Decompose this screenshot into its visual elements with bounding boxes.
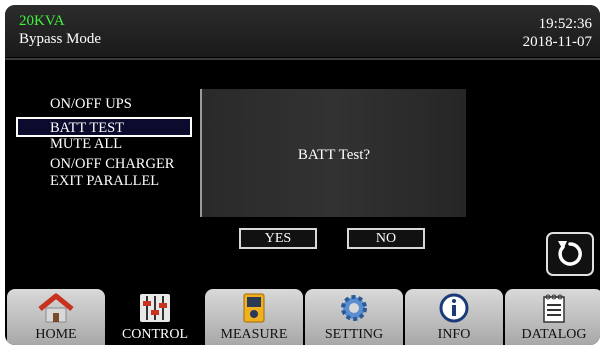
meter-icon	[243, 293, 265, 323]
tab-info[interactable]: INFO	[405, 289, 503, 345]
tab-setting-label: SETTING	[324, 327, 384, 342]
dialog-message: BATT Test?	[297, 147, 371, 163]
tab-info-label: INFO	[437, 327, 471, 342]
tab-setting[interactable]: SETTING	[305, 289, 403, 345]
confirm-dialog: BATT Test?	[200, 89, 466, 217]
undo-arrow-icon	[558, 241, 582, 266]
tab-control[interactable]: CONTROL	[106, 289, 204, 345]
menu-item-exit-parallel[interactable]: EXIT PARALLEL	[50, 173, 159, 189]
header-divider	[5, 58, 600, 60]
gear-icon	[341, 295, 367, 321]
tab-measure-label: MEASURE	[220, 327, 288, 342]
tab-datalog[interactable]: DATALOG	[505, 289, 600, 345]
tab-home[interactable]: HOME	[7, 289, 105, 345]
menu-item-onoff-ups[interactable]: ON/OFF UPS	[50, 96, 132, 112]
clock-date: 2018-11-07	[522, 34, 592, 50]
menu-item-mute-all[interactable]: MUTE ALL	[50, 136, 122, 152]
yes-button[interactable]: YES	[239, 228, 317, 249]
no-button[interactable]: NO	[347, 228, 425, 249]
status-header: 20KVA Bypass Mode 19:52:36 2018-11-07	[5, 5, 600, 57]
tab-datalog-label: DATALOG	[521, 327, 587, 342]
menu-item-onoff-charger[interactable]: ON/OFF CHARGER	[50, 156, 174, 172]
clock-time: 19:52:36	[538, 16, 592, 32]
display-panel: 20KVA Bypass Mode 19:52:36 2018-11-07 ON…	[5, 5, 600, 345]
info-icon	[439, 293, 469, 323]
back-button[interactable]	[546, 232, 594, 276]
tab-home-label: HOME	[35, 327, 77, 342]
menu-item-batt-test[interactable]: BATT TEST	[50, 120, 124, 136]
model-label: 20KVA	[19, 13, 65, 29]
tab-control-label: CONTROL	[121, 327, 189, 342]
mode-label: Bypass Mode	[19, 31, 102, 47]
calendar-log-icon	[543, 294, 565, 323]
tab-measure[interactable]: MEASURE	[205, 289, 303, 345]
sliders-icon	[140, 294, 170, 322]
ups-screen: 20KVA Bypass Mode 19:52:36 2018-11-07 ON…	[0, 0, 604, 347]
home-icon	[38, 293, 74, 323]
